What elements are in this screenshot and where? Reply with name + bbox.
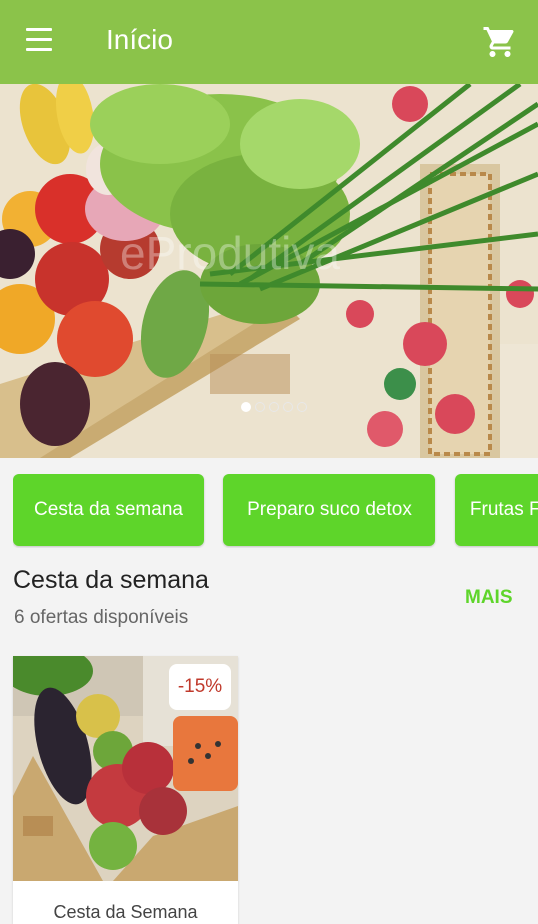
product-card[interactable]: -15% Cesta da Semana: [13, 656, 238, 924]
cart-icon[interactable]: [482, 24, 518, 60]
carousel-dot[interactable]: [241, 402, 251, 412]
banner-watermark: eProdutiva: [120, 227, 340, 279]
section-subtitle: 6 ofertas disponíveis: [14, 607, 189, 628]
product-name: Cesta da Semana: [53, 902, 198, 922]
discount-badge: -15%: [169, 664, 231, 710]
category-chip[interactable]: Cesta da semana: [13, 474, 204, 546]
section-title: Cesta da semana: [13, 566, 209, 594]
carousel-dot[interactable]: [255, 402, 265, 412]
carousel-dot[interactable]: [297, 402, 307, 412]
category-list: Cesta da semana Preparo suco detox Fruta…: [13, 474, 538, 548]
carousel-indicator[interactable]: [0, 402, 538, 422]
more-button[interactable]: MAIS: [465, 587, 513, 609]
carousel-dot[interactable]: [269, 402, 279, 412]
category-chip[interactable]: Frutas F: [454, 474, 538, 546]
app-bar: Início: [0, 0, 538, 84]
carousel-dot[interactable]: [283, 402, 293, 412]
category-chip[interactable]: Preparo suco detox: [223, 474, 436, 546]
page-title: Início: [106, 24, 173, 55]
menu-icon[interactable]: [22, 28, 56, 56]
